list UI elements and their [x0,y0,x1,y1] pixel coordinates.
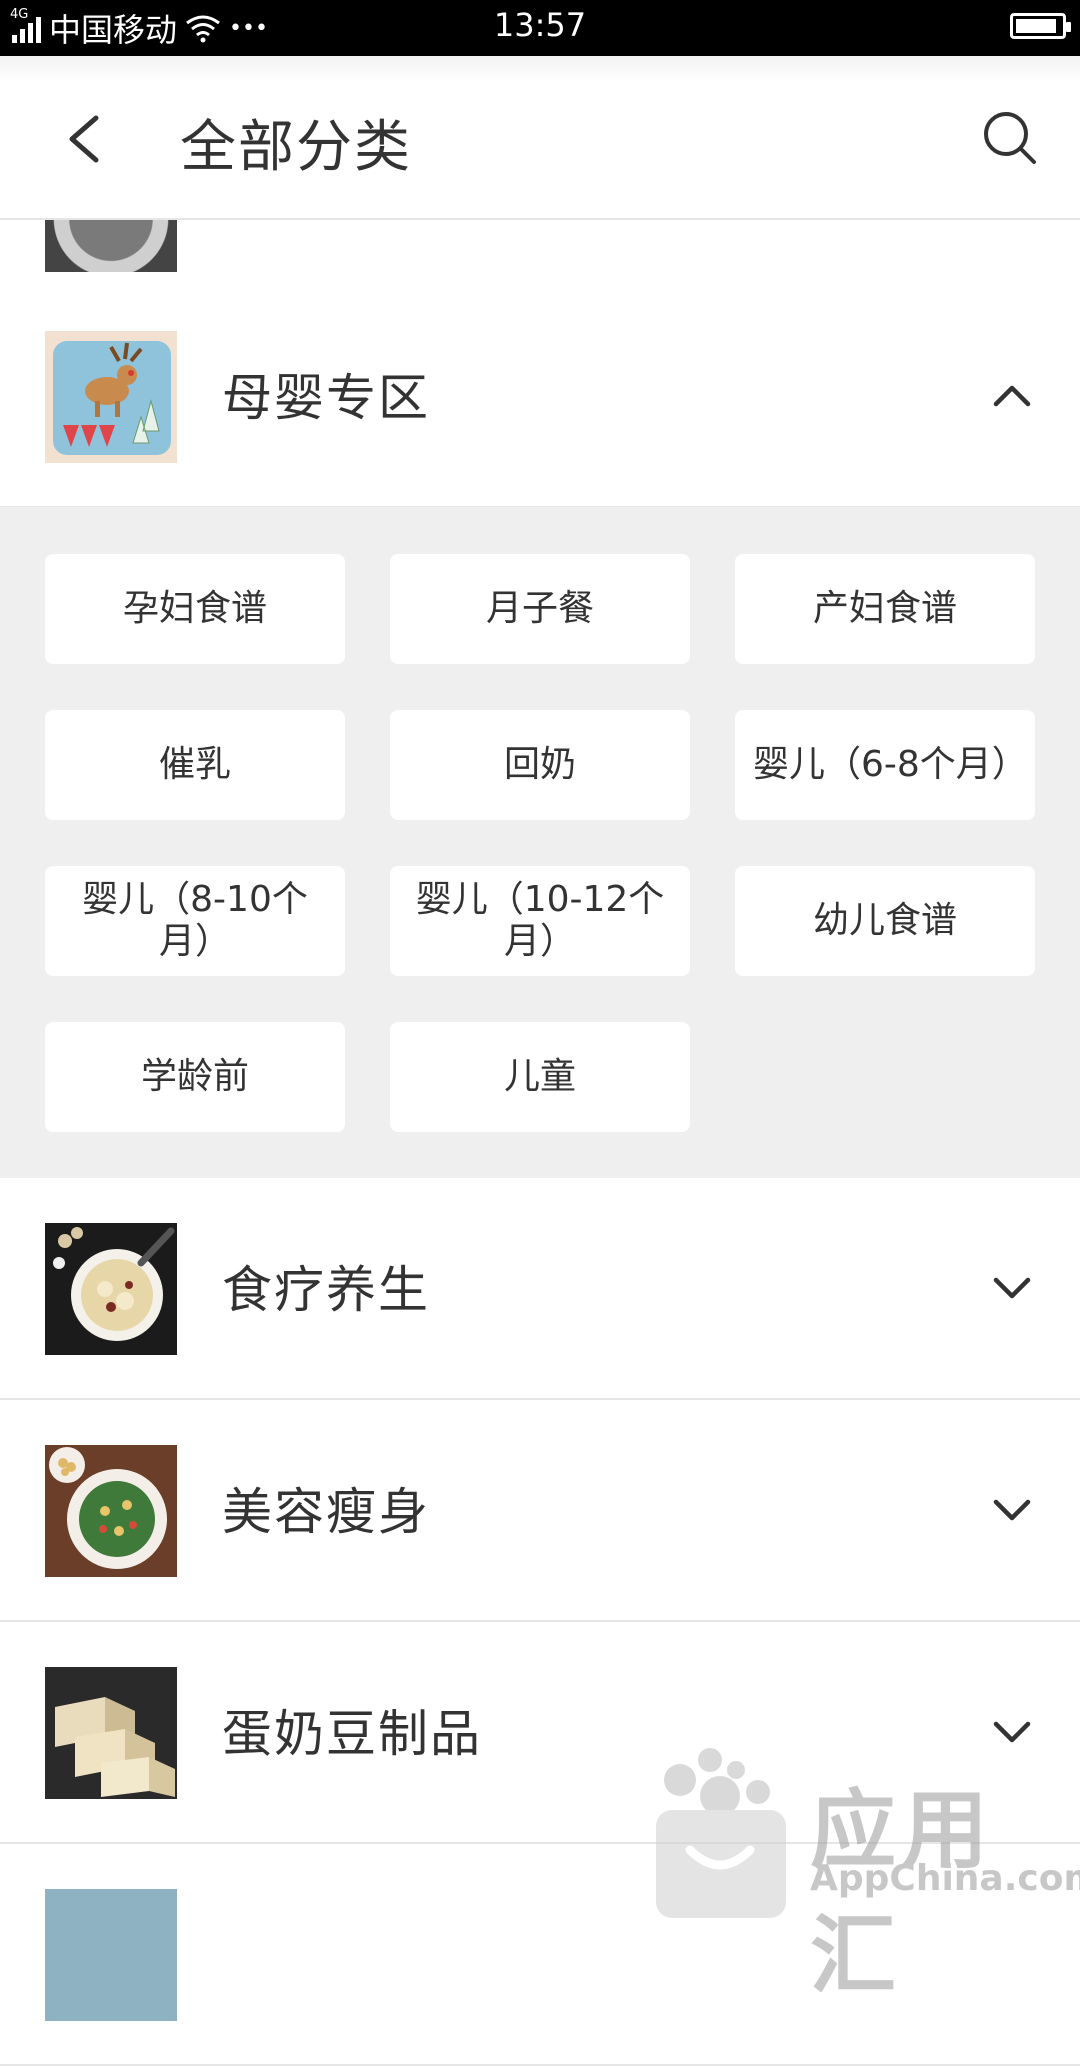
subcategory-chip[interactable]: 学龄前 [45,1022,345,1132]
status-bar: 4G 中国移动 ••• 13:57 [0,0,1080,56]
category-label: 蛋奶豆制品 [222,1705,482,1763]
back-button[interactable] [58,104,118,174]
category-label: 美容瘦身 [222,1483,430,1541]
battery-level [1016,19,1056,33]
subcategory-chip[interactable]: 孕妇食谱 [45,554,345,664]
subcategory-chip[interactable]: 回奶 [390,710,690,820]
battery-icon [1010,13,1071,39]
chevron-down-icon [993,1277,1031,1299]
category-thumbnail [45,331,177,463]
subcategory-chip[interactable]: 产妇食谱 [735,554,1035,664]
category-label: 食疗养生 [222,1261,430,1319]
subcategory-chip[interactable]: 婴儿（8-10个月） [45,866,345,976]
chevron-down-icon [993,1721,1031,1743]
search-button[interactable] [980,108,1040,168]
app-bar: 全部分类 [0,56,1080,220]
category-row-beauty-slimming[interactable]: 美容瘦身 [0,1400,1080,1622]
clock: 13:57 [493,6,587,44]
category-thumbnail [45,1889,177,2021]
chevron-left-icon [69,115,99,163]
subcategory-panel: 孕妇食谱 月子餐 产妇食谱 催乳 回奶 婴儿（6-8个月） 婴儿（8-10个月）… [0,507,1080,1178]
subcategory-chip[interactable]: 幼儿食谱 [735,866,1035,976]
chevron-up-icon [993,385,1031,407]
category-thumbnail [45,1667,177,1799]
category-thumbnail [45,220,177,272]
category-thumbnail [45,1223,177,1355]
category-label: 母婴专区 [222,369,430,427]
subcategory-chip[interactable]: 婴儿（6-8个月） [735,710,1035,820]
category-row-baby[interactable]: 母婴专区 [0,286,1080,508]
next-category-row[interactable] [0,1844,1080,2066]
subcategory-chip[interactable]: 婴儿（10-12个月） [390,866,690,976]
category-thumbnail [45,1445,177,1577]
previous-category-row[interactable] [0,220,1080,288]
subcategory-chip[interactable]: 催乳 [45,710,345,820]
subcategory-chip[interactable]: 月子餐 [390,554,690,664]
category-row-egg-dairy-soy[interactable]: 蛋奶豆制品 [0,1622,1080,1844]
subcategory-chip[interactable]: 儿童 [390,1022,690,1132]
page-title: 全部分类 [180,115,412,180]
search-icon [984,112,1036,164]
chevron-down-icon [993,1499,1031,1521]
category-row-diet-therapy[interactable]: 食疗养生 [0,1178,1080,1400]
